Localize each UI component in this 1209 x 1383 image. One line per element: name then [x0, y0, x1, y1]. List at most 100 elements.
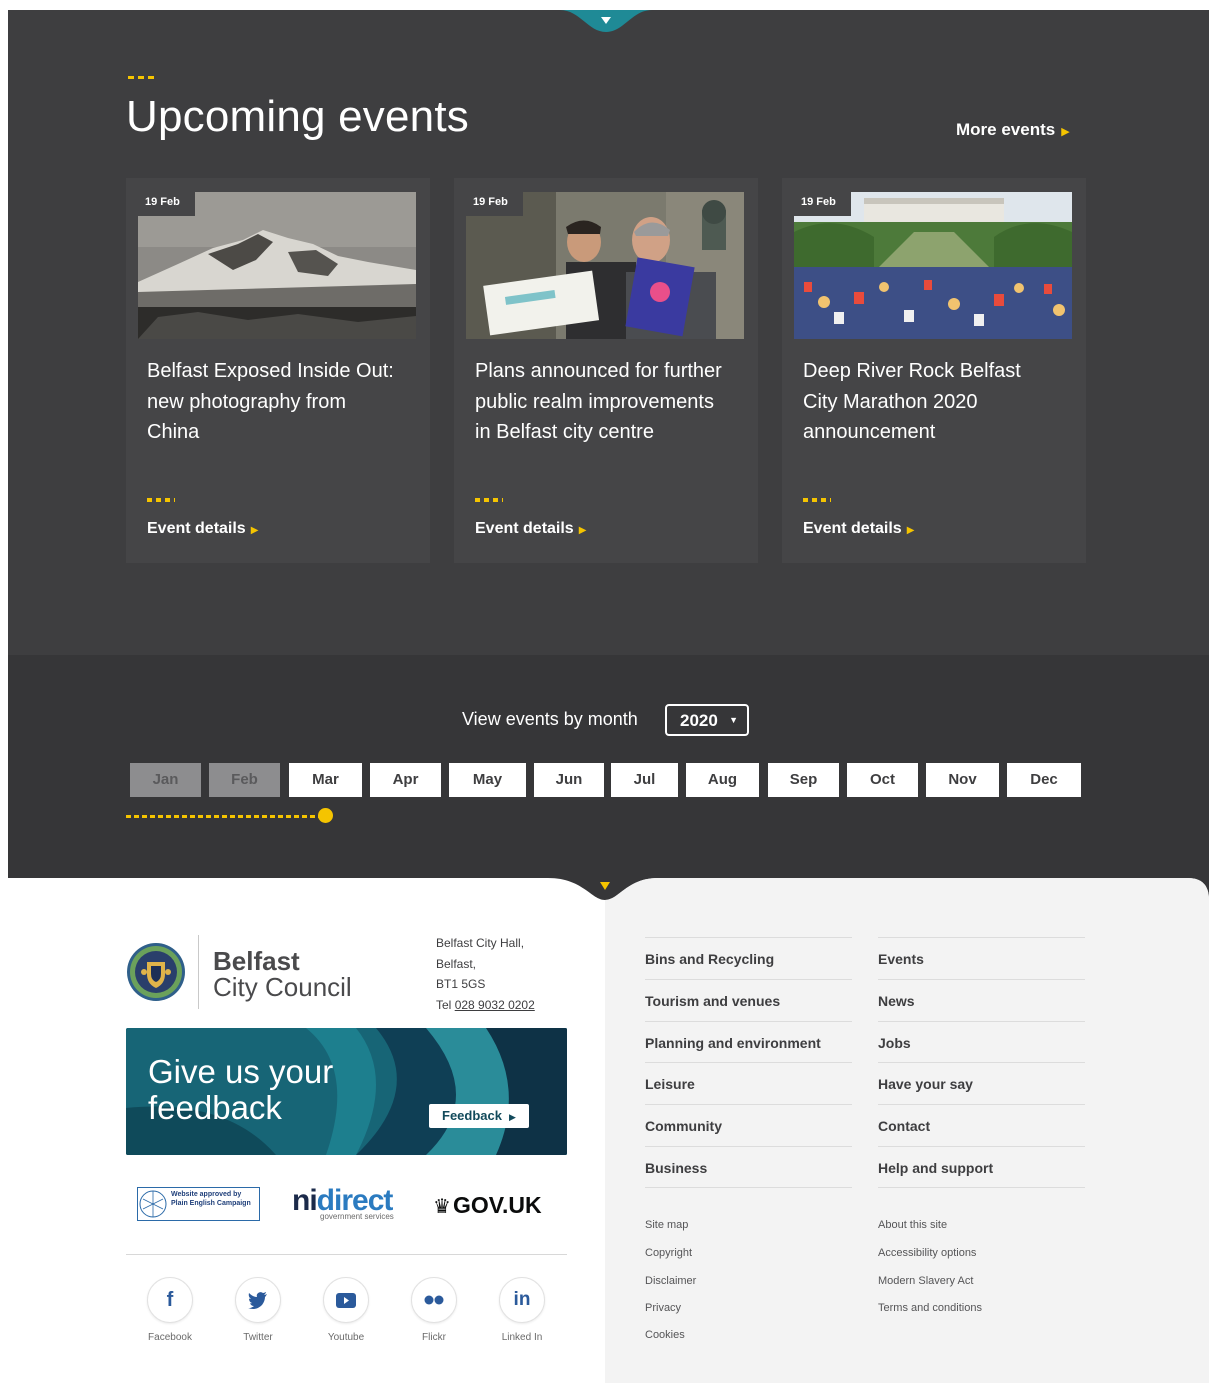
month-button-sep[interactable]: Sep	[768, 763, 839, 797]
address-line: BT1 5GS	[436, 977, 486, 991]
event-details-label: Event details	[803, 520, 902, 537]
footer-small-link-copyright[interactable]: Copyright	[645, 1247, 692, 1259]
social-label: Linked In	[501, 1332, 543, 1343]
view-by-month-label: View events by month	[462, 709, 638, 729]
card-accent-dots	[475, 498, 503, 502]
footer-small-link-disclaimer[interactable]: Disclaimer	[645, 1275, 696, 1287]
events-title: Upcoming events	[126, 92, 469, 141]
event-title[interactable]: Belfast Exposed Inside Out: new photogra…	[147, 356, 397, 448]
footer-link-events[interactable]: Events	[878, 937, 1085, 979]
month-button-jul[interactable]: Jul	[611, 763, 678, 797]
arrow-right-icon: ▶	[508, 1112, 516, 1122]
month-button-feb[interactable]: Feb	[209, 763, 280, 797]
council-logo-text-line2[interactable]: City Council	[213, 972, 352, 1003]
social-flickr[interactable]: Flickr	[409, 1277, 459, 1343]
social-divider	[126, 1254, 567, 1255]
event-card[interactable]: 19 Feb Belfast Exposed Inside Out: new p…	[126, 178, 430, 563]
arrow-right-icon: ▶	[578, 525, 587, 536]
month-button-nov[interactable]: Nov	[926, 763, 999, 797]
crown-icon: ♛	[433, 1196, 451, 1218]
feedback-button-label: Feedback	[442, 1108, 502, 1123]
footer-small-link-accessibility[interactable]: Accessibility options	[878, 1247, 976, 1259]
social-linkedin[interactable]: in Linked In	[497, 1277, 547, 1343]
event-date: 19 Feb	[466, 192, 523, 216]
event-details-link[interactable]: Event details ▶	[475, 520, 586, 538]
footer-link-community[interactable]: Community	[645, 1104, 852, 1146]
scroll-up-notch[interactable]	[560, 10, 652, 34]
event-title[interactable]: Deep River Rock Belfast City Marathon 20…	[803, 356, 1053, 448]
plain-english-badge-text: Website approved by Plain English Campai…	[171, 1191, 251, 1207]
feedback-banner[interactable]: Give us your feedback Feedback ▶	[126, 1028, 567, 1155]
social-facebook[interactable]: f Facebook	[145, 1277, 195, 1343]
event-date: 19 Feb	[794, 192, 851, 216]
footer-link-jobs[interactable]: Jobs	[878, 1021, 1085, 1063]
month-button-jun[interactable]: Jun	[534, 763, 604, 797]
event-details-link[interactable]: Event details ▶	[147, 520, 258, 538]
month-progress-line	[126, 815, 323, 818]
footer-link-leisure[interactable]: Leisure	[645, 1062, 852, 1104]
address-line: Belfast,	[436, 956, 477, 971]
footer-link-contact[interactable]: Contact	[878, 1104, 1085, 1146]
footer-link-tourism[interactable]: Tourism and venues	[645, 979, 852, 1021]
year-select-value: 2020	[680, 711, 718, 730]
footer-small-link-modern-slavery[interactable]: Modern Slavery Act	[878, 1275, 973, 1287]
month-button-aug[interactable]: Aug	[686, 763, 759, 797]
social-label: Twitter	[243, 1332, 273, 1343]
address-line: Belfast City Hall,	[436, 936, 525, 950]
footer-small-link-cookies[interactable]: Cookies	[645, 1329, 685, 1341]
flickr-icon	[411, 1277, 457, 1323]
council-address: Belfast City Hall, Belfast, BT1 5GS Tel …	[436, 933, 535, 1015]
linkedin-icon: in	[499, 1277, 545, 1323]
event-title[interactable]: Plans announced for further public realm…	[475, 356, 725, 448]
month-progress-marker	[318, 808, 333, 823]
phone-prefix: Tel	[436, 997, 452, 1012]
month-button-oct[interactable]: Oct	[847, 763, 918, 797]
footer-small-link-privacy[interactable]: Privacy	[645, 1302, 681, 1314]
nidirect-tagline: government services	[320, 1212, 394, 1221]
caret-down-icon: ▼	[729, 715, 738, 725]
nidirect-logo-ni: ni	[292, 1184, 318, 1217]
govuk-logo[interactable]: ♛GOV.UK	[433, 1192, 542, 1219]
social-label: Facebook	[148, 1332, 192, 1343]
more-events-link[interactable]: More events ▶	[956, 120, 1070, 140]
footer-link-have-your-say[interactable]: Have your say	[878, 1062, 1085, 1104]
card-accent-dots	[803, 498, 831, 502]
social-label: Flickr	[422, 1332, 446, 1343]
event-details-link[interactable]: Event details ▶	[803, 520, 914, 538]
social-twitter[interactable]: Twitter	[233, 1277, 283, 1343]
arrow-right-icon: ▶	[1061, 126, 1070, 138]
youtube-icon	[323, 1277, 369, 1323]
event-card[interactable]: 19 Feb Deep River Rock Belfast City Mara…	[782, 178, 1086, 563]
event-card[interactable]: 19 Feb Plans announced for further publi…	[454, 178, 758, 563]
footer-link-business[interactable]: Business	[645, 1146, 852, 1188]
social-youtube[interactable]: Youtube	[321, 1277, 371, 1343]
month-button-may[interactable]: May	[449, 763, 526, 797]
footer-link-bins[interactable]: Bins and Recycling	[645, 937, 852, 979]
month-button-dec[interactable]: Dec	[1007, 763, 1081, 797]
footer-small-link-site-map[interactable]: Site map	[645, 1219, 688, 1231]
footer-small-link-terms[interactable]: Terms and conditions	[878, 1302, 982, 1314]
month-button-jan[interactable]: Jan	[130, 763, 201, 797]
footer-link-help[interactable]: Help and support	[878, 1146, 1085, 1188]
section-accent-dash	[128, 76, 156, 79]
phone-link[interactable]: 028 9032 0202	[455, 998, 535, 1012]
event-details-label: Event details	[475, 520, 574, 537]
page: Upcoming events More events ▶ 19 Feb Belf…	[0, 0, 1209, 1383]
footer-link-news[interactable]: News	[878, 979, 1085, 1021]
year-select[interactable]: 2020 ▼	[665, 704, 749, 736]
social-label: Youtube	[327, 1332, 365, 1343]
arrow-right-icon: ▶	[250, 525, 259, 536]
more-events-label: More events	[956, 120, 1056, 139]
month-button-apr[interactable]: Apr	[370, 763, 441, 797]
event-details-label: Event details	[147, 520, 246, 537]
event-date: 19 Feb	[138, 192, 195, 216]
feedback-button[interactable]: Feedback ▶	[429, 1104, 529, 1128]
arrow-right-icon: ▶	[906, 525, 915, 536]
feedback-title: Give us your feedback	[148, 1053, 334, 1126]
month-button-mar[interactable]: Mar	[289, 763, 362, 797]
facebook-icon: f	[147, 1277, 193, 1323]
govuk-logo-text: GOV.UK	[452, 1192, 542, 1218]
footer-small-link-about[interactable]: About this site	[878, 1219, 947, 1231]
footer-link-planning[interactable]: Planning and environment	[645, 1021, 852, 1063]
plain-english-badge[interactable]: Website approved by Plain English Campai…	[137, 1187, 260, 1221]
